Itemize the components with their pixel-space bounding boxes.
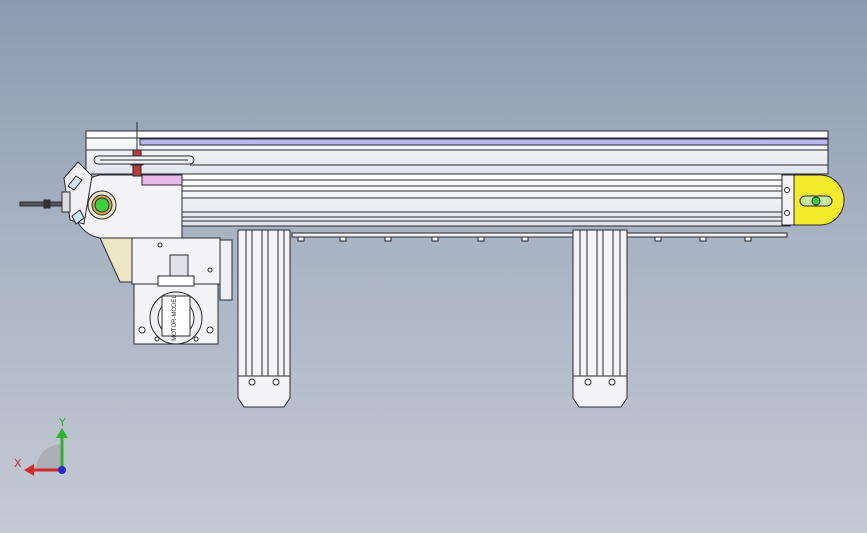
tail-end-cap[interactable] — [781, 174, 845, 226]
belt-accent-strip — [139, 138, 829, 146]
axis-label-x: X — [14, 457, 22, 470]
drive-hub — [94, 197, 110, 213]
gear-motor[interactable]: MOTOR-MODEL — [133, 275, 219, 345]
support-leg-left[interactable] — [237, 229, 291, 408]
sensor-rail — [93, 155, 195, 165]
support-leg-right[interactable] — [572, 229, 628, 408]
head-guard — [99, 237, 133, 283]
motor-label: MOTOR-MODEL — [172, 295, 178, 341]
top-belt-rail[interactable] — [85, 130, 829, 175]
coordinate-triad: Y X — [14, 416, 68, 476]
cad-viewport[interactable]: MOTOR-MODEL Y X — [0, 0, 867, 533]
conveyor-frame[interactable] — [85, 130, 829, 227]
main-extrusion[interactable] — [179, 173, 791, 227]
tension-rod[interactable] — [19, 201, 63, 207]
conveyor-model-view[interactable]: MOTOR-MODEL Y X — [0, 0, 867, 533]
axis-label-y: Y — [58, 416, 66, 429]
pink-spacer-block — [141, 174, 183, 186]
return-belt — [291, 232, 788, 242]
